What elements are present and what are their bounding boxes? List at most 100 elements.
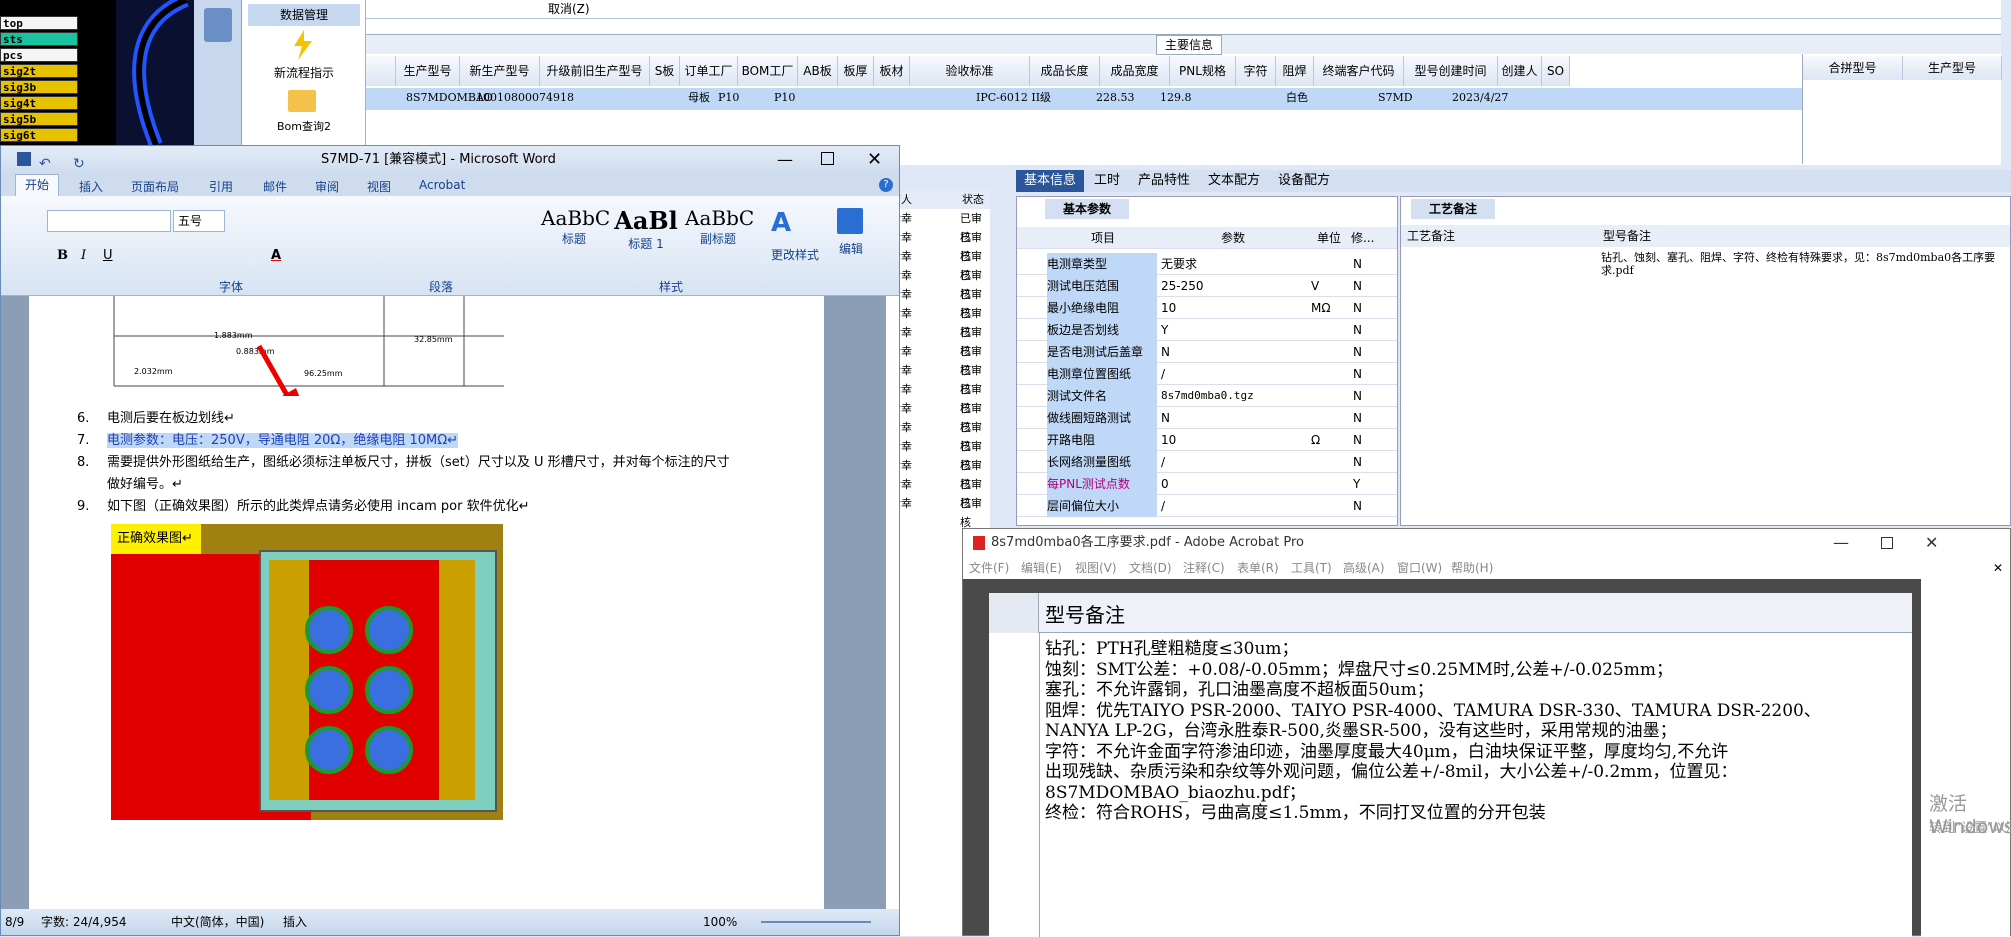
table-row[interactable]: 电测章类型 无要求 N — [1017, 253, 1397, 275]
table-row[interactable]: 测试电压范围 25-250 V N — [1017, 275, 1397, 297]
col-header[interactable]: 生产型号 — [396, 56, 460, 86]
list-item[interactable]: 幸幸 已审核 — [890, 323, 990, 358]
list-item[interactable]: 幸幸 已审核 — [890, 418, 990, 453]
tab-view[interactable]: 视图 — [367, 178, 391, 195]
tab-basic-info[interactable]: 基本信息 — [1016, 170, 1084, 192]
menu-edit[interactable]: 编辑(E) — [1021, 557, 1062, 579]
list-item[interactable]: 幸幸 已审核 — [890, 342, 990, 377]
list-item[interactable]: 幸幸 已审核 — [890, 456, 990, 491]
menu-forms[interactable]: 表单(R) — [1237, 557, 1279, 579]
menu-view[interactable]: 视图(V) — [1075, 557, 1117, 579]
maximize-icon[interactable] — [1881, 537, 1893, 549]
insert-mode[interactable]: 插入 — [283, 909, 307, 935]
italic-button[interactable]: I — [81, 248, 86, 263]
style-subtitle[interactable]: AaBbC 副标题 — [685, 206, 754, 266]
col-header[interactable]: PNL规格 — [1170, 56, 1236, 86]
font-size-select[interactable]: 五号 — [173, 210, 225, 232]
tab-home[interactable]: 开始 — [15, 174, 59, 196]
col-header[interactable]: 型号创建时间 — [1404, 56, 1498, 86]
table-row[interactable]: 是否电测试后盖章 N N — [1017, 341, 1397, 363]
table-row[interactable]: 测试文件名 8s7md0mba0.tgz N — [1017, 385, 1397, 407]
col-header[interactable]: 创建人 — [1498, 56, 1542, 86]
tab-product-features[interactable]: 产品特性 — [1138, 170, 1190, 192]
menu-file[interactable]: 文件(F) — [969, 557, 1009, 579]
change-styles-button[interactable]: 更改样式 — [771, 246, 819, 263]
layer-sig2t[interactable]: sig2t — [0, 64, 78, 78]
col-header[interactable]: 单位 — [1317, 227, 1341, 249]
col-header[interactable]: 板厚 — [838, 56, 874, 86]
save-icon[interactable] — [17, 152, 31, 166]
col-header[interactable]: 项目 — [1091, 227, 1115, 249]
close-icon[interactable]: ✕ — [867, 146, 882, 174]
tab-mailings[interactable]: 邮件 — [263, 178, 287, 195]
table-row[interactable]: 电测章位置图纸 / N — [1017, 363, 1397, 385]
list-item[interactable]: 幸幸 已审核 — [890, 475, 990, 510]
col-header[interactable]: 合拼型号 — [1803, 56, 1903, 80]
col-header[interactable]: 板材 — [874, 56, 910, 86]
table-row[interactable]: 开路电阻 10 Ω N — [1017, 429, 1397, 451]
close-doc-icon[interactable]: ✕ — [1993, 557, 2003, 579]
minimize-icon[interactable]: — — [1833, 529, 1849, 557]
page-count[interactable]: 8/9 — [5, 909, 24, 935]
layer-sig3b[interactable]: sig3b — [0, 80, 78, 94]
close-icon[interactable]: ✕ — [1925, 529, 1938, 557]
table-row[interactable]: 层间偏位大小 / N — [1017, 495, 1397, 517]
pdf-page[interactable]: 型号备注 钻孔：PTH孔壁粗糙度≤30um； 蚀刻：SMT公差：+0.08/-0… — [989, 593, 1912, 937]
list-item[interactable]: 幸幸 已审核 — [890, 494, 990, 529]
col-header[interactable]: 验收标准 — [910, 56, 1030, 86]
col-header[interactable]: 升级前旧生产型号 — [540, 56, 650, 86]
minimize-icon[interactable]: — — [777, 146, 793, 174]
menu-document[interactable]: 文档(D) — [1129, 557, 1172, 579]
col-header[interactable]: 成品长度 — [1030, 56, 1100, 86]
list-item[interactable]: 幸幸 已审核 — [890, 247, 990, 282]
col-header[interactable]: 修... — [1351, 227, 1374, 249]
col-header[interactable]: 成品宽度 — [1100, 56, 1170, 86]
col-header[interactable]: 参数 — [1221, 227, 1245, 249]
col-header[interactable]: 生产型号 — [1903, 56, 2002, 80]
table-row[interactable]: 长网络测量图纸 / N — [1017, 451, 1397, 473]
list-item[interactable]: 幸幸 已审核 — [890, 266, 990, 301]
tab-references[interactable]: 引用 — [209, 178, 233, 195]
table-row[interactable]: 做线圈短路测试 N N — [1017, 407, 1397, 429]
tab-acrobat[interactable]: Acrobat — [419, 178, 465, 192]
word-count[interactable]: 字数: 24/4,954 — [41, 909, 127, 935]
layer-sts[interactable]: sts — [0, 32, 78, 46]
tab-work-hours[interactable]: 工时 — [1094, 170, 1120, 192]
calculator-icon[interactable] — [204, 8, 232, 42]
table-row[interactable]: 8S7MDOMBAO 10010800074918 母板 P10 P10 IPC… — [366, 88, 2000, 110]
col-header[interactable]: 订单工厂 — [680, 56, 738, 86]
tab-insert[interactable]: 插入 — [79, 178, 103, 195]
bold-button[interactable]: B — [57, 248, 68, 263]
col-header[interactable]: 新生产型号 — [460, 56, 540, 86]
tab-review[interactable]: 审阅 — [315, 178, 339, 195]
font-name-select[interactable] — [47, 210, 171, 232]
layer-pcs[interactable]: pcs — [0, 48, 78, 62]
zoom-level[interactable]: 100% — [703, 909, 737, 935]
layer-sig4t[interactable]: sig4t — [0, 96, 78, 110]
document-page[interactable]: 1.883mm 0.883mm 2.032mm 32.85mm 96.25mm … — [29, 296, 824, 909]
layer-sig6t[interactable]: sig6t — [0, 128, 78, 142]
basic-params-tab[interactable]: 基本参数 — [1045, 199, 1129, 219]
list-item[interactable]: 幸幸 已审核 — [890, 304, 990, 339]
craft-notes-tab[interactable]: 工艺备注 — [1411, 199, 1495, 219]
font-color-button[interactable]: A — [271, 248, 281, 263]
col-header[interactable]: 阻焊 — [1276, 56, 1314, 86]
menu-help[interactable]: 帮助(H) — [1451, 557, 1493, 579]
paragraph-align-buttons[interactable] — [375, 242, 535, 264]
col-header[interactable]: AB板 — [798, 56, 838, 86]
paragraph-list-buttons[interactable] — [375, 210, 535, 232]
underline-button[interactable]: U — [103, 248, 113, 263]
style-heading1[interactable]: AaBl 标题 1 — [613, 206, 679, 266]
layer-sig5b[interactable]: sig5b — [0, 112, 78, 126]
menu-comment[interactable]: 注释(C) — [1183, 557, 1225, 579]
list-item[interactable]: 幸幸 已审核 — [890, 380, 990, 415]
new-flow-button[interactable]: 新流程指示 — [248, 64, 360, 81]
menu-tools[interactable]: 工具(T) — [1291, 557, 1332, 579]
list-item[interactable]: 幸幸 已审核 — [890, 399, 990, 434]
zoom-slider[interactable] — [761, 921, 871, 923]
maximize-icon[interactable] — [821, 152, 834, 165]
language[interactable]: 中文(简体，中国) — [171, 909, 264, 935]
col-header[interactable]: BOM工厂 — [738, 56, 798, 86]
tab-equipment-recipe[interactable]: 设备配方 — [1278, 170, 1330, 192]
list-item[interactable]: 幸幸 已审核 — [890, 437, 990, 472]
